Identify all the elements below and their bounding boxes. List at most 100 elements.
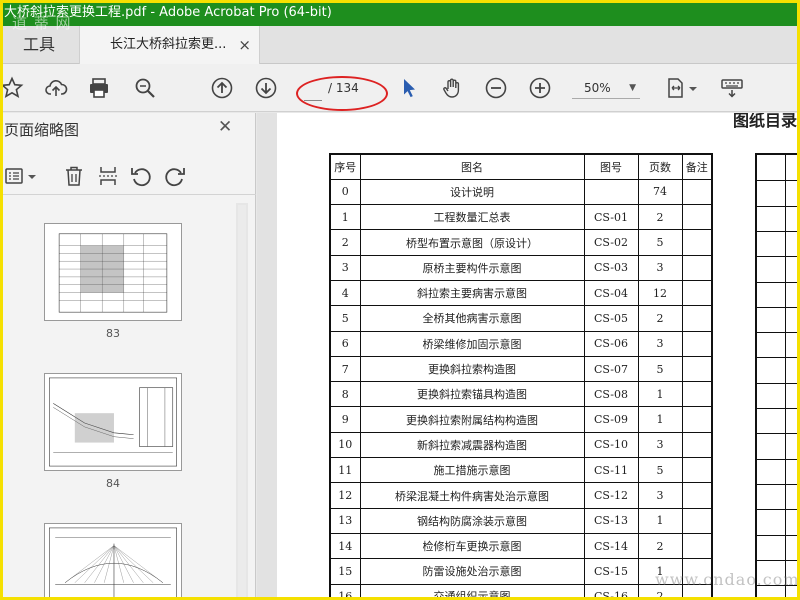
table-cell: CS-06 bbox=[583, 330, 639, 357]
table-row: 11 施工措施示意图 CS-11 5 bbox=[329, 457, 713, 484]
header-cell: 页数 bbox=[637, 153, 683, 180]
table-cell: CS-14 bbox=[583, 532, 639, 560]
insert-page-icon[interactable] bbox=[95, 163, 121, 189]
page-up-icon[interactable] bbox=[210, 76, 234, 100]
thumbnail-label-83: 83 bbox=[106, 327, 120, 340]
keyboard-icon[interactable] bbox=[720, 76, 744, 100]
table-cell bbox=[681, 204, 713, 231]
header-cell: 序号 bbox=[329, 153, 361, 180]
table-cell: 6 bbox=[329, 330, 361, 357]
table-cell: 原桥主要构件示意图 bbox=[359, 254, 585, 281]
table-cell bbox=[681, 355, 713, 383]
header-cell: 备注 bbox=[681, 153, 713, 180]
page-down-icon[interactable] bbox=[254, 76, 278, 100]
table-cell: 3 bbox=[637, 431, 683, 459]
table-cell bbox=[681, 507, 713, 534]
table-cell: 施工措施示意图 bbox=[359, 457, 585, 484]
fit-page-icon[interactable] bbox=[664, 76, 688, 100]
table-cell: 5 bbox=[329, 305, 361, 332]
table-cell: 74 bbox=[637, 178, 683, 206]
hand-icon[interactable] bbox=[440, 76, 464, 100]
table-cell bbox=[681, 431, 713, 459]
table-cell: 3 bbox=[637, 482, 683, 509]
table-cell: 工程数量汇总表 bbox=[359, 204, 585, 231]
table-cell: 钢结构防腐涂装示意图 bbox=[359, 507, 585, 534]
tab-document-label: 长江大桥斜拉索更... bbox=[110, 37, 227, 52]
table-cell: CS-09 bbox=[583, 406, 639, 433]
table-cell: CS-13 bbox=[583, 507, 639, 534]
table-header-row: 序号 图名 图号 页数 备注 bbox=[329, 153, 713, 180]
table-cell: 7 bbox=[329, 355, 361, 383]
table-cell: 12 bbox=[637, 279, 683, 307]
header-cell: 图名 bbox=[359, 153, 585, 180]
table-cell: CS-04 bbox=[583, 279, 639, 307]
table-cell bbox=[681, 254, 713, 281]
panel-close-icon[interactable]: ✕ bbox=[218, 117, 232, 137]
table-cell: CS-10 bbox=[583, 431, 639, 459]
tab-document[interactable]: 长江大桥斜拉索更... × bbox=[79, 26, 260, 64]
print-icon[interactable] bbox=[87, 76, 111, 100]
star-icon[interactable] bbox=[0, 76, 24, 100]
table-cell: 1 bbox=[637, 406, 683, 433]
thumbnail-options-icon[interactable] bbox=[2, 163, 28, 189]
table-cell: CS-03 bbox=[583, 254, 639, 281]
table-cell bbox=[681, 457, 713, 484]
table-row: 2 桥型布置示意图（原设计） CS-02 5 bbox=[329, 229, 713, 256]
table-row: 12 桥梁混凝土构件病害处治示意图 CS-12 3 bbox=[329, 482, 713, 509]
table-row: 0 设计说明 74 bbox=[329, 178, 713, 206]
zoom-level-value: 50% bbox=[584, 81, 611, 95]
thumbnail-label-84: 84 bbox=[106, 477, 120, 490]
panel-toolbar bbox=[0, 157, 256, 195]
table-cell: CS-16 bbox=[583, 583, 639, 600]
thumbnail-page-84[interactable] bbox=[44, 373, 182, 471]
table-cell: 15 bbox=[329, 558, 361, 585]
window-titlebar: 大桥斜拉索更换工程.pdf - Adobe Acrobat Pro (64-bi… bbox=[0, 0, 800, 26]
thumbnail-page-83[interactable] bbox=[44, 223, 182, 321]
fit-page-dropdown-icon[interactable] bbox=[687, 76, 699, 100]
cloud-upload-icon[interactable] bbox=[44, 76, 68, 100]
rotate-right-icon[interactable] bbox=[162, 163, 188, 189]
select-arrow-icon[interactable] bbox=[397, 76, 421, 100]
table-cell bbox=[681, 330, 713, 357]
main-toolbar: / 134 50% ▼ bbox=[0, 64, 800, 112]
table-row: 13 钢结构防腐涂装示意图 CS-13 1 bbox=[329, 507, 713, 534]
panel-title: 页面缩略图 bbox=[4, 121, 80, 139]
table-cell: CS-11 bbox=[583, 457, 639, 484]
rotate-left-icon[interactable] bbox=[128, 163, 154, 189]
table-cell: 8 bbox=[329, 381, 361, 408]
zoom-out-icon[interactable] bbox=[484, 76, 508, 100]
table-cell bbox=[583, 178, 639, 206]
table-cell: 0 bbox=[329, 178, 361, 206]
trash-icon[interactable] bbox=[61, 163, 87, 189]
table-row: 9 更换斜拉索附属结构构造图 CS-09 1 bbox=[329, 406, 713, 433]
table-cell: 防雷设施处治示意图 bbox=[359, 558, 585, 585]
table-cell: 2 bbox=[329, 229, 361, 256]
table-cell bbox=[681, 482, 713, 509]
highlight-annotation-oval bbox=[296, 76, 388, 111]
table-cell: 2 bbox=[637, 305, 683, 332]
table-cell bbox=[681, 279, 713, 307]
table-cell: CS-08 bbox=[583, 381, 639, 408]
drawing-index-table: 序号 图名 图号 页数 备注 0 设计说明 74 1 工程数量汇总表 CS-01 2 2 桥型布… bbox=[329, 153, 713, 600]
zoom-level-select[interactable]: 50% ▼ bbox=[572, 77, 640, 99]
table-cell: 3 bbox=[637, 330, 683, 357]
table-row: 10 新斜拉索减震器构造图 CS-10 3 bbox=[329, 431, 713, 459]
thumbnail-scrollbar[interactable] bbox=[236, 203, 248, 600]
table-cell: CS-07 bbox=[583, 355, 639, 383]
zoom-in-icon[interactable] bbox=[528, 76, 552, 100]
table-cell bbox=[681, 229, 713, 256]
table-cell: 交通组织示意图 bbox=[359, 583, 585, 600]
document-viewport[interactable]: 图纸目录 序号 图名 图号 页数 备注 0 设计说明 74 1 工程数量汇总表 CS-01… bbox=[257, 113, 800, 600]
table-cell: 5 bbox=[637, 229, 683, 256]
table-cell: 2 bbox=[637, 532, 683, 560]
thumbnail-page-85[interactable] bbox=[44, 523, 182, 600]
table-row: 3 原桥主要构件示意图 CS-03 3 bbox=[329, 254, 713, 281]
table-cell: 9 bbox=[329, 406, 361, 433]
table-cell: 11 bbox=[329, 457, 361, 484]
thumbnail-list: 83 84 bbox=[0, 199, 236, 600]
options-dropdown-icon[interactable] bbox=[26, 163, 38, 189]
tab-close-icon[interactable]: × bbox=[238, 26, 251, 64]
zoom-search-icon[interactable] bbox=[133, 76, 157, 100]
table-cell: 桥型布置示意图（原设计） bbox=[359, 229, 585, 256]
table-cell: 5 bbox=[637, 457, 683, 484]
